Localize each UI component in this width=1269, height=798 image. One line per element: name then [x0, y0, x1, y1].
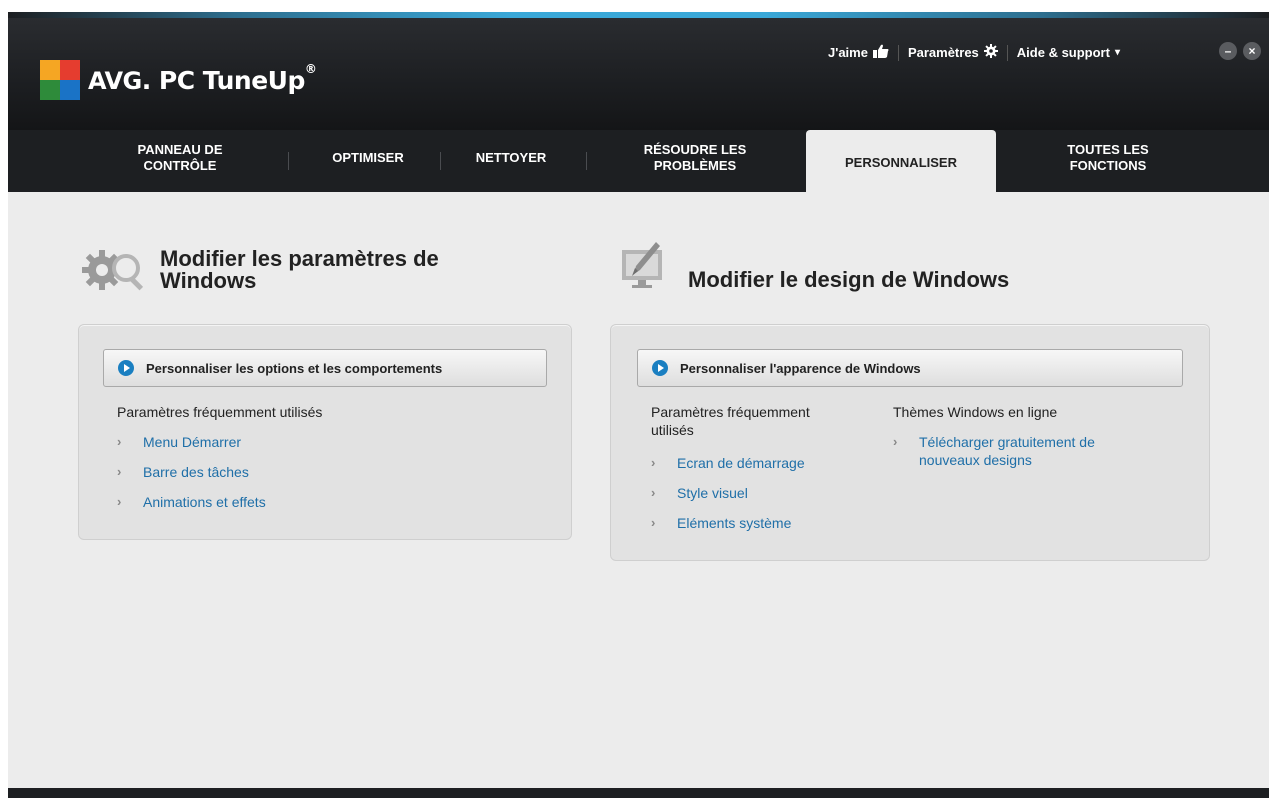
group-label-online-themes: Thèmes Windows en ligne [893, 404, 1058, 420]
chevron-down-icon: ▾ [1114, 47, 1120, 58]
link-label: Eléments système [677, 515, 792, 531]
group-label-line2: utilisés [651, 422, 694, 438]
settings-label: Paramètres [907, 45, 979, 60]
link-menu-demarrer[interactable]: › Menu Démarrer [117, 433, 241, 451]
logo-registered: ® [304, 61, 317, 76]
group-label-line1: Paramètres fréquemment [651, 404, 810, 420]
link-label: Barre des tâches [143, 464, 249, 480]
chevron-right-icon: › [117, 494, 122, 509]
logo-text: AVG. PC TuneUp® [88, 61, 317, 95]
link-style-visuel[interactable]: › Style visuel [651, 484, 748, 502]
window-controls: – × [1219, 42, 1261, 60]
tab-panneau-de-controle[interactable]: PANNEAU DE CONTRÔLE [120, 142, 240, 174]
link-animations-et-effets[interactable]: › Animations et effets [117, 493, 266, 511]
tab-resoudre-les-problemes[interactable]: RÉSOUDRE LES PROBLÈMES [620, 142, 770, 174]
group-label-frequent: Paramètres fréquemment utilisés [117, 404, 323, 420]
main-nav: PANNEAU DE CONTRÔLE OPTIMISER NETTOYER R… [8, 130, 1269, 192]
logo: AVG. PC TuneUp® [38, 56, 317, 104]
link-label-line2: nouveaux designs [919, 452, 1032, 468]
divider [1006, 44, 1008, 61]
customize-appearance-button[interactable]: Personnaliser l'apparence de Windows [637, 349, 1183, 387]
right-panel: Personnaliser l'apparence de Windows Par… [610, 324, 1210, 561]
header: AVG. PC TuneUp® J'aime Paramètres Aide &… [8, 18, 1269, 130]
tab-divider [288, 152, 289, 170]
tab-label-line1: TOUTES LES [1067, 142, 1149, 157]
title-line1: Modifier les paramètres de [160, 246, 439, 271]
link-label: Animations et effets [143, 494, 266, 510]
right-section-title: Modifier le design de Windows [688, 267, 1010, 292]
chevron-right-icon: › [117, 464, 122, 479]
minimize-button[interactable]: – [1219, 42, 1237, 60]
chevron-right-icon: › [651, 485, 656, 500]
link-barre-des-taches[interactable]: › Barre des tâches [117, 463, 249, 481]
tab-divider [586, 152, 587, 170]
button-label: Personnaliser les options et les comport… [146, 360, 443, 376]
avg-logo-icon [38, 58, 82, 102]
footer-bar [8, 788, 1269, 798]
logo-brand: AVG [88, 66, 142, 95]
tab-divider [440, 152, 441, 170]
gear-icon [983, 44, 998, 61]
left-section-title: Modifier les paramètres de Windows [160, 248, 439, 292]
main-content: Modifier les paramètres de Windows Perso… [8, 192, 1269, 788]
tab-toutes-les-fonctions[interactable]: TOUTES LES FONCTIONS [1028, 142, 1188, 174]
link-label: Ecran de démarrage [677, 455, 805, 471]
close-button[interactable]: × [1243, 42, 1261, 60]
link-ecran-de-demarrage[interactable]: › Ecran de démarrage [651, 454, 805, 472]
tab-label-line2: PROBLÈMES [653, 158, 737, 173]
tab-nettoyer[interactable]: NETTOYER [456, 150, 566, 166]
tab-optimiser[interactable]: OPTIMISER [308, 150, 428, 166]
play-icon [118, 360, 134, 376]
link-elements-systeme[interactable]: › Eléments système [651, 514, 791, 532]
link-label: Style visuel [677, 485, 748, 501]
settings-link[interactable]: Paramètres [908, 44, 998, 61]
divider [897, 44, 899, 61]
app-window: AVG. PC TuneUp® J'aime Paramètres Aide &… [8, 12, 1269, 798]
monitor-brush-icon [620, 236, 668, 295]
like-link[interactable]: J'aime [828, 44, 889, 61]
play-icon [652, 360, 668, 376]
gear-search-icon [80, 244, 152, 301]
button-label: Personnaliser l'apparence de Windows [680, 360, 921, 376]
link-label: Télécharger gratuitement de nouveaux des… [919, 433, 1095, 469]
group-label-frequent: Paramètres fréquemment utilisés [651, 403, 810, 439]
chevron-right-icon: › [893, 434, 898, 449]
tab-personnaliser[interactable]: PERSONNALISER [806, 130, 996, 192]
like-label: J'aime [828, 45, 868, 60]
left-panel: Personnaliser les options et les comport… [78, 324, 572, 540]
link-label-line1: Télécharger gratuitement de [919, 434, 1095, 450]
link-label: Menu Démarrer [143, 434, 242, 450]
tab-label-line1: PANNEAU DE [137, 142, 223, 157]
top-links: J'aime Paramètres Aide & support ▾ [828, 44, 1120, 61]
chevron-right-icon: › [117, 434, 122, 449]
chevron-right-icon: › [651, 455, 656, 470]
help-support-link[interactable]: Aide & support ▾ [1017, 45, 1120, 60]
logo-product: PC TuneUp [158, 65, 305, 95]
tab-label-line2: CONTRÔLE [143, 158, 217, 173]
thumbs-up-icon [872, 44, 889, 61]
help-label: Aide & support [1016, 45, 1110, 60]
tab-label-line1: RÉSOUDRE LES [643, 142, 747, 157]
customize-options-button[interactable]: Personnaliser les options et les comport… [103, 349, 547, 387]
tab-label-line2: FONCTIONS [1069, 158, 1147, 173]
title-line2: Windows [160, 268, 257, 293]
link-download-designs[interactable]: › Télécharger gratuitement de nouveaux d… [893, 433, 1095, 469]
chevron-right-icon: › [651, 515, 656, 530]
